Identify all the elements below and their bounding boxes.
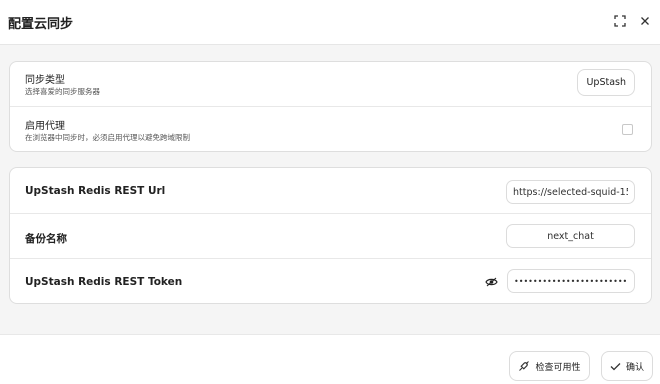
- upstash-url-input[interactable]: [506, 180, 635, 204]
- upstash-token-input[interactable]: [507, 269, 635, 293]
- proxy-subtitle: 在浏览器中同步时，必须启用代理以避免跨域限制: [25, 133, 190, 142]
- check-availability-label: 检查可用性: [535, 362, 581, 373]
- maximize-button[interactable]: [611, 12, 629, 30]
- upstash-settings-card: UpStash Redis REST Url 备份名称 UpStash Redi…: [9, 167, 652, 304]
- confirm-button[interactable]: 确认: [601, 351, 653, 381]
- backup-name-row: 备份名称: [10, 214, 651, 259]
- sync-settings-card: 同步类型 选择喜爱的同步服务器 UpStash 启用代理 在浏览器中同步时，必须…: [9, 61, 652, 152]
- confirm-label: 确认: [626, 362, 645, 373]
- proxy-row: 启用代理 在浏览器中同步时，必须启用代理以避免跨域限制: [10, 107, 651, 151]
- backup-name-input[interactable]: [506, 224, 635, 248]
- toggle-visibility-button[interactable]: [484, 275, 498, 289]
- modal-title: 配置云同步: [8, 17, 74, 32]
- modal-footer: 检查可用性 确认: [0, 335, 660, 384]
- sync-config-modal: 配置云同步 同步类型 选择喜爱的同步服务器 UpStash 启用代理 在浏览器中…: [0, 0, 660, 384]
- check-icon: [610, 362, 621, 370]
- eye-icon: [484, 277, 498, 287]
- sync-type-subtitle: 选择喜爱的同步服务器: [25, 87, 100, 96]
- sync-type-row: 同步类型 选择喜爱的同步服务器 UpStash: [10, 62, 651, 107]
- upstash-url-label: UpStash Redis REST Url: [25, 185, 166, 197]
- maximize-icon: [614, 15, 626, 27]
- sync-type-select[interactable]: UpStash: [577, 69, 635, 96]
- check-availability-button[interactable]: 检查可用性: [509, 351, 590, 381]
- upstash-token-row: UpStash Redis REST Token: [10, 259, 651, 303]
- upstash-url-row: UpStash Redis REST Url: [10, 168, 651, 214]
- proxy-checkbox[interactable]: [622, 124, 633, 135]
- modal-body: 同步类型 选择喜爱的同步服务器 UpStash 启用代理 在浏览器中同步时，必须…: [0, 45, 660, 335]
- proxy-title: 启用代理: [25, 121, 65, 132]
- backup-name-label: 备份名称: [25, 233, 67, 245]
- connection-icon: [519, 361, 530, 371]
- upstash-token-label: UpStash Redis REST Token: [25, 276, 183, 288]
- sync-type-title: 同步类型: [25, 75, 65, 86]
- modal-header: 配置云同步: [0, 0, 660, 45]
- close-icon: [641, 17, 649, 25]
- close-button[interactable]: [636, 12, 654, 30]
